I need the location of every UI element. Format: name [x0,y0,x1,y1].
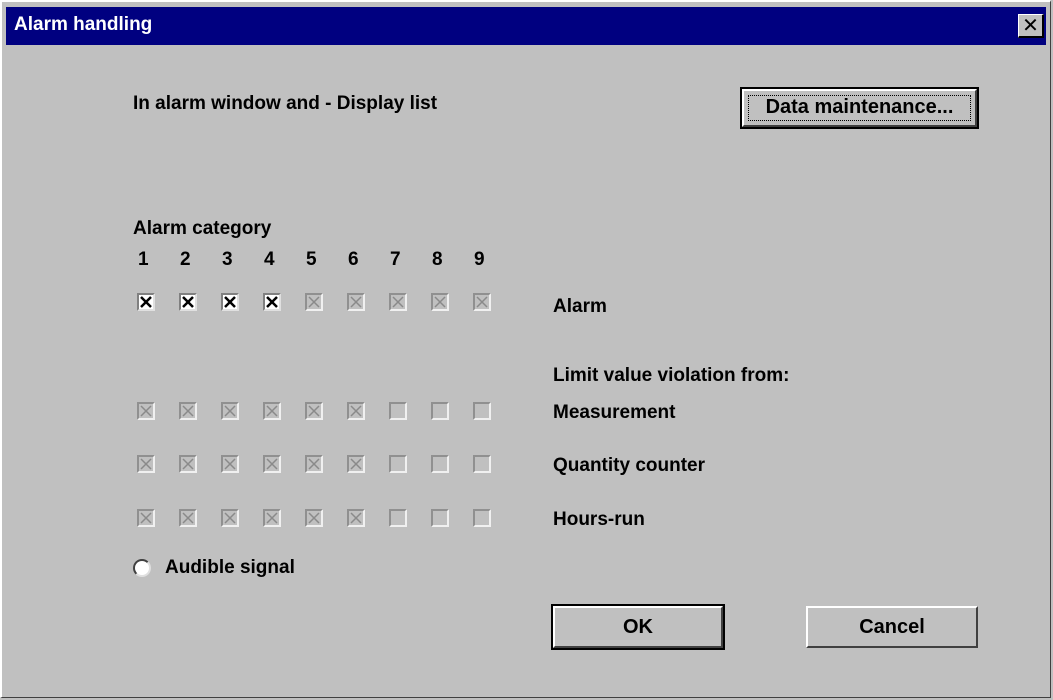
checkbox [305,509,323,527]
close-icon: ✕ [1022,13,1039,37]
check-mark-icon [308,512,320,524]
check-mark-icon [308,296,320,308]
checkbox [221,402,239,420]
check-mark-icon [266,458,278,470]
checkbox [431,293,449,311]
category-number: 7 [390,249,401,270]
title-bar[interactable]: Alarm handling ✕ [6,7,1046,45]
check-mark-icon [266,405,278,417]
check-mark-icon [350,458,362,470]
checkbox [473,293,491,311]
check-mark-icon [182,512,194,524]
check-mark-icon [266,296,278,308]
limit-value-label: Limit value violation from: [553,365,790,386]
category-number: 3 [222,249,233,270]
check-mark-icon [350,512,362,524]
audible-signal-label: Audible signal [165,557,295,578]
check-mark-icon [224,458,236,470]
checkbox [179,402,197,420]
checkbox[interactable] [221,293,239,311]
checkbox [347,455,365,473]
check-mark-icon [140,458,152,470]
row-label: Hours-run [553,509,645,530]
check-mark-icon [476,296,488,308]
check-mark-icon [308,458,320,470]
checkbox [389,455,407,473]
check-mark-icon [140,512,152,524]
checkbox [263,509,281,527]
checkbox [179,509,197,527]
checkbox [305,455,323,473]
checkbox [305,402,323,420]
checkbox [473,455,491,473]
row-label: Measurement [553,402,676,423]
check-mark-icon [350,405,362,417]
checkbox [305,293,323,311]
check-mark-icon [392,296,404,308]
checkbox [137,509,155,527]
checkbox [347,509,365,527]
check-mark-icon [140,296,152,308]
checkbox [263,402,281,420]
category-number: 6 [348,249,359,270]
check-mark-icon [350,296,362,308]
category-number: 4 [264,249,275,270]
checkbox[interactable] [263,293,281,311]
header-text: In alarm window and - Display list [133,93,438,114]
checkbox [221,509,239,527]
ok-button[interactable]: OK [551,604,725,650]
window-title: Alarm handling [14,14,153,35]
cancel-button[interactable]: Cancel [806,606,978,648]
checkbox [263,455,281,473]
data-maintenance-button[interactable]: Data maintenance... [740,87,979,129]
checkbox [347,402,365,420]
checkbox [137,455,155,473]
checkbox[interactable] [137,293,155,311]
row-label: Alarm [553,296,607,317]
check-mark-icon [224,405,236,417]
checkbox [347,293,365,311]
check-mark-icon [308,405,320,417]
checkbox [389,509,407,527]
checkbox [431,402,449,420]
close-button[interactable]: ✕ [1018,14,1044,38]
audible-signal-radio[interactable] [133,559,151,577]
cancel-label: Cancel [859,616,925,638]
check-mark-icon [182,296,194,308]
check-mark-icon [266,512,278,524]
ok-label: OK [623,616,653,638]
checkbox [431,509,449,527]
checkbox [179,455,197,473]
alarm-handling-dialog: Alarm handling ✕ In alarm window and - D… [0,0,1051,698]
category-number: 1 [138,249,149,270]
checkbox [431,455,449,473]
check-mark-icon [140,405,152,417]
check-mark-icon [434,296,446,308]
checkbox [389,402,407,420]
checkbox [137,402,155,420]
category-number: 8 [432,249,443,270]
category-number: 2 [180,249,191,270]
check-mark-icon [182,458,194,470]
data-maintenance-label: Data maintenance... [765,96,954,118]
check-mark-icon [182,405,194,417]
category-number: 9 [474,249,485,270]
checkbox [473,402,491,420]
checkbox[interactable] [179,293,197,311]
checkbox [221,455,239,473]
check-mark-icon [224,512,236,524]
check-mark-icon [224,296,236,308]
checkbox [389,293,407,311]
alarm-category-label: Alarm category [133,218,272,239]
checkbox [473,509,491,527]
row-label: Quantity counter [553,455,706,476]
category-number: 5 [306,249,317,270]
